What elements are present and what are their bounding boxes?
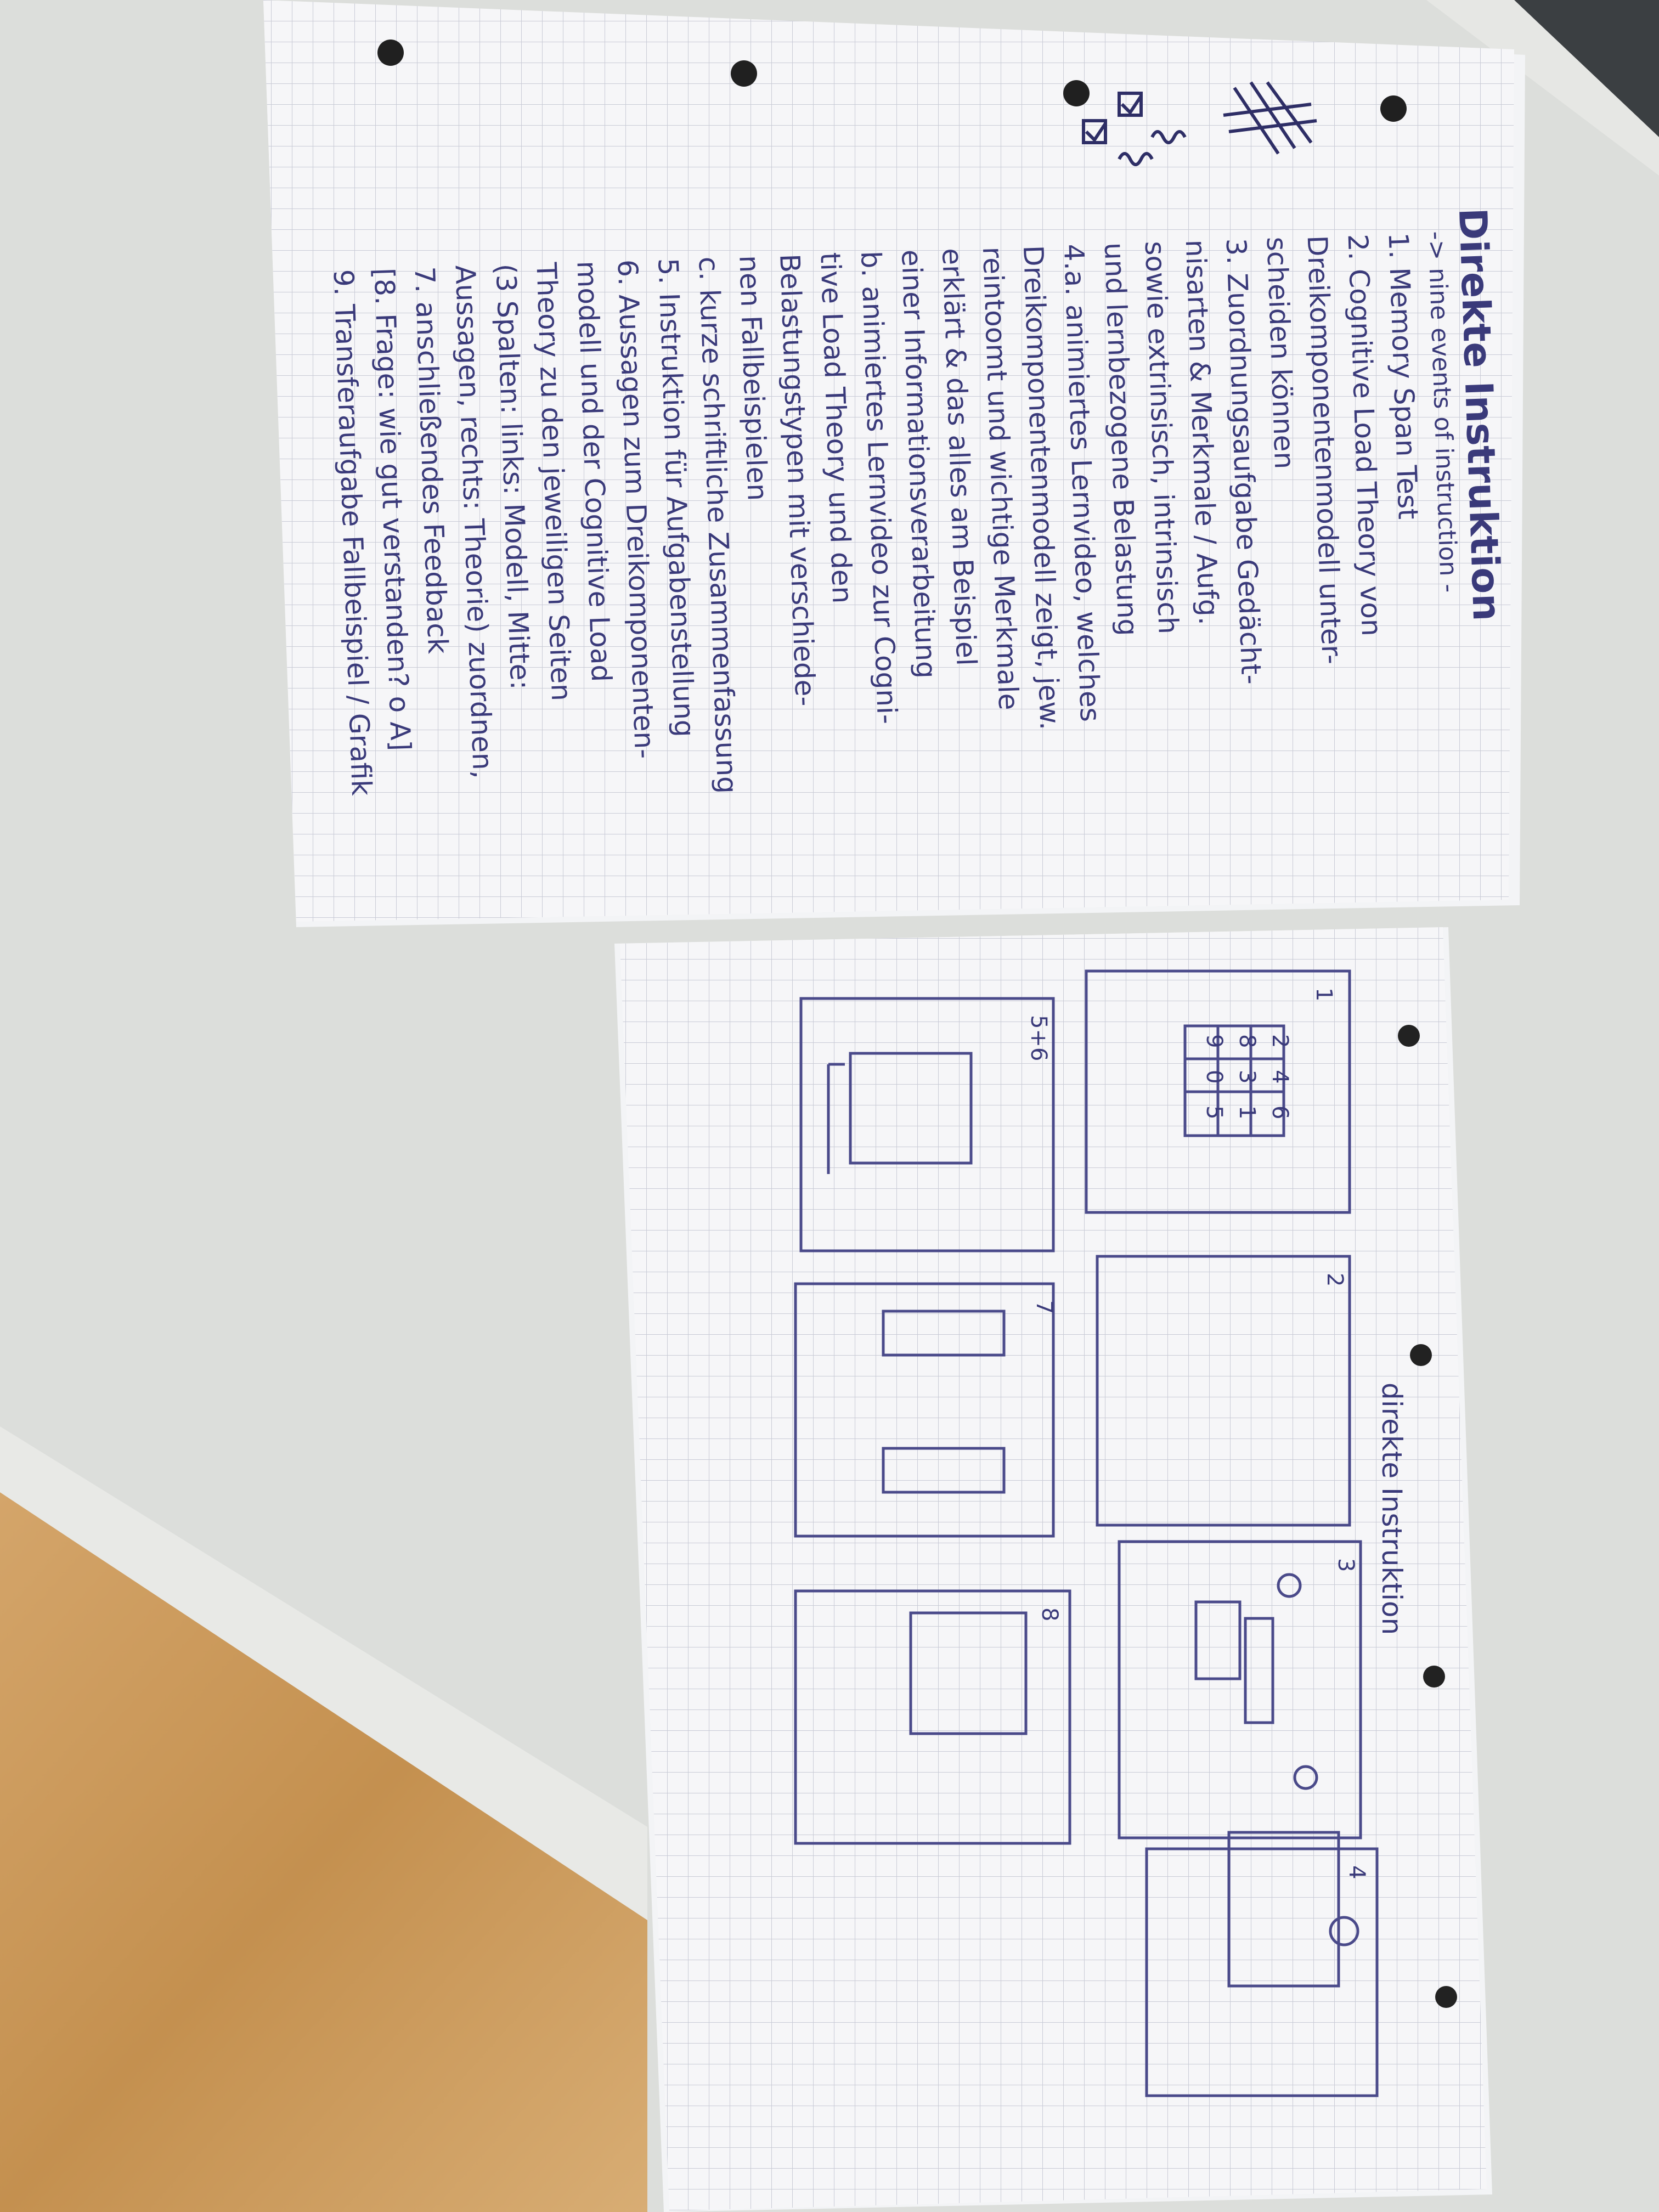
grid-number: 5 (1201, 1105, 1227, 1119)
grid-number: 9 (1201, 1034, 1227, 1048)
photo-scene: Direkte Instruktion -> nine events of in… (0, 0, 1659, 2212)
note2-title: direkte Instruktion (1376, 1383, 1408, 1635)
grid-number: 8 (1234, 1034, 1260, 1048)
grid-numbers: 2 4 6 8 3 1 9 0 5 (1201, 1034, 1293, 1119)
frame-label: 2 (1322, 1273, 1347, 1286)
punch-hole (1423, 1666, 1445, 1688)
frame-label: 7 (1031, 1300, 1057, 1314)
punch-hole (1063, 80, 1090, 106)
grid-number: 6 (1267, 1105, 1293, 1119)
frame-label: 1 (1311, 988, 1336, 1001)
frame-label: 5+6 (1026, 1015, 1051, 1061)
grid-number: 1 (1234, 1105, 1260, 1119)
grid-number: 3 (1234, 1070, 1260, 1084)
frame-label: 8 (1037, 1607, 1062, 1621)
punch-hole (731, 60, 757, 87)
grid-number: 4 (1267, 1070, 1293, 1084)
frame-label: 3 (1333, 1558, 1358, 1572)
note-sheet-1: Direkte Instruktion -> nine events of in… (263, 0, 1525, 927)
grid-number: 2 (1267, 1034, 1293, 1048)
grid-number: 0 (1201, 1070, 1227, 1084)
frame-label: 4 (1344, 1865, 1369, 1879)
note-sheet-2: direkte Instruktion 12345+678 246831905 (614, 927, 1492, 2212)
punch-hole (1410, 1344, 1432, 1366)
punch-hole (377, 40, 404, 66)
punch-hole (1398, 1025, 1420, 1047)
punch-hole (1435, 1986, 1457, 2008)
punch-hole (1380, 95, 1407, 122)
